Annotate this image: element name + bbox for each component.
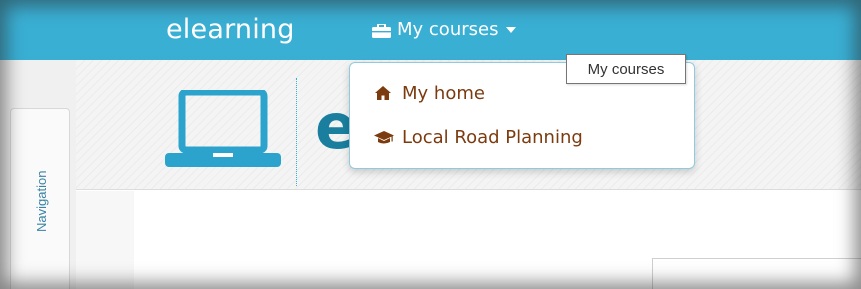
my-courses-label: My courses <box>397 18 499 40</box>
my-courses-tooltip: My courses <box>566 54 686 84</box>
graduation-cap-icon <box>374 129 394 145</box>
laptop-icon <box>165 88 281 170</box>
top-navbar: elearning My courses <box>0 0 861 60</box>
site-brand[interactable]: elearning <box>166 14 295 45</box>
dropdown-item-label: Local Road Planning <box>402 126 583 148</box>
dropdown-item-my-home[interactable]: My home <box>374 80 485 106</box>
home-icon <box>374 85 392 101</box>
navigation-tab-label: Navigation <box>34 170 49 232</box>
my-courses-menu[interactable]: My courses <box>372 16 517 42</box>
content-gutter <box>76 191 134 289</box>
briefcase-icon <box>372 22 391 38</box>
dropdown-item-label: My home <box>402 82 485 104</box>
dropdown-item-local-road-planning[interactable]: Local Road Planning <box>374 124 583 150</box>
chevron-down-icon <box>506 27 517 33</box>
screenshot-frame: elearning My courses Navigation e My hom… <box>0 0 861 289</box>
header-divider <box>296 78 297 186</box>
content-block <box>652 258 861 289</box>
